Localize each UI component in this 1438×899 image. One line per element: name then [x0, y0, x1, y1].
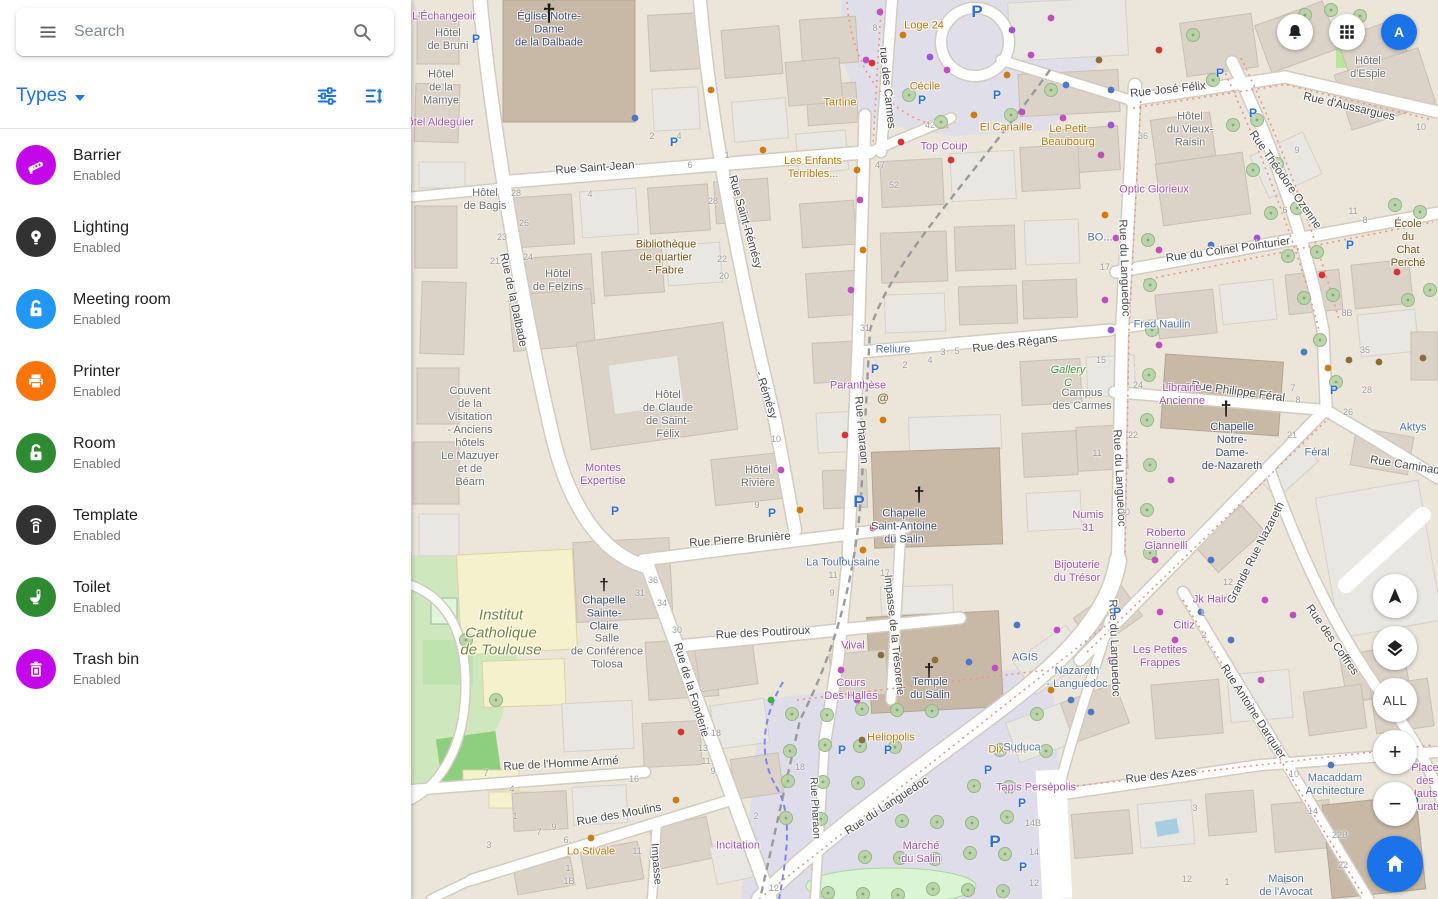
- show-all-button[interactable]: ALL: [1373, 678, 1417, 722]
- apps-grid-icon: [1338, 23, 1356, 41]
- home-icon: [1382, 851, 1408, 877]
- list-item-toilet[interactable]: Toilet Enabled: [0, 561, 411, 633]
- list-item-status: Enabled: [73, 312, 171, 327]
- list-item-template[interactable]: Template Enabled: [0, 489, 411, 561]
- list-item-barrier[interactable]: Barrier Enabled: [0, 129, 411, 201]
- list-item-label: Barrier: [73, 147, 121, 165]
- list-item-label: Room: [73, 435, 121, 453]
- printer-icon: [16, 361, 56, 401]
- avatar-letter: A: [1394, 24, 1404, 40]
- list-item-status: Enabled: [73, 168, 121, 183]
- list-item-label: Lighting: [73, 219, 129, 237]
- list-item-label: Template: [73, 507, 138, 525]
- list-item-label: Meeting room: [73, 291, 171, 309]
- plus-icon: +: [1389, 741, 1402, 763]
- menu-button[interactable]: [28, 12, 68, 52]
- types-title: Types: [16, 85, 67, 107]
- sort-button[interactable]: [355, 76, 395, 116]
- bell-icon: [1285, 22, 1305, 42]
- list-item-label: Trash bin: [73, 651, 139, 669]
- apps-button[interactable]: [1329, 14, 1365, 50]
- sidebar: Types: [0, 0, 411, 899]
- list-item-printer[interactable]: Printer Enabled: [0, 345, 411, 417]
- list-item-status: Enabled: [73, 600, 121, 615]
- search-input[interactable]: [68, 23, 342, 41]
- home-button[interactable]: [1367, 836, 1423, 892]
- notifications-button[interactable]: [1277, 14, 1313, 50]
- trash-icon: [16, 649, 56, 689]
- hamburger-icon: [38, 22, 58, 42]
- lock-open-icon: [16, 433, 56, 473]
- search-icon: [351, 21, 373, 43]
- list-item-meeting-room[interactable]: Meeting room Enabled: [0, 273, 411, 345]
- search-button[interactable]: [342, 12, 382, 52]
- minus-icon: −: [1389, 793, 1402, 815]
- search-bar: [16, 8, 394, 56]
- layers-button[interactable]: [1373, 626, 1417, 670]
- list-item-status: Enabled: [73, 456, 121, 471]
- toilet-icon: [16, 577, 56, 617]
- type-list: Barrier Enabled Lighting Enabled Meeti: [0, 129, 411, 705]
- list-item-status: Enabled: [73, 384, 121, 399]
- zoom-out-button[interactable]: −: [1373, 782, 1417, 826]
- map-canvas[interactable]: Rue Saint-JeanRue de la DalbadeRue Saint…: [411, 0, 1438, 899]
- barrier-icon: [16, 145, 56, 185]
- tune-icon: [316, 85, 338, 107]
- compass-button[interactable]: [1373, 574, 1417, 618]
- types-header: Types: [0, 72, 411, 120]
- all-label: ALL: [1383, 693, 1407, 708]
- map-base: [411, 0, 1438, 899]
- types-dropdown[interactable]: Types: [16, 85, 85, 107]
- list-item-status: Enabled: [73, 528, 138, 543]
- navigation-arrow-icon: [1384, 585, 1406, 607]
- list-item-label: Toilet: [73, 579, 121, 597]
- remote-device-icon: [16, 505, 56, 545]
- list-item-lighting[interactable]: Lighting Enabled: [0, 201, 411, 273]
- list-item-room[interactable]: Room Enabled: [0, 417, 411, 489]
- list-item-status: Enabled: [73, 240, 129, 255]
- list-item-label: Printer: [73, 363, 121, 381]
- list-item-trash-bin[interactable]: Trash bin Enabled: [0, 633, 411, 705]
- list-item-status: Enabled: [73, 672, 139, 687]
- avatar[interactable]: A: [1381, 14, 1417, 50]
- zoom-in-button[interactable]: +: [1373, 730, 1417, 774]
- layers-icon: [1384, 637, 1406, 659]
- filter-button[interactable]: [307, 76, 347, 116]
- chevron-down-icon: [75, 95, 85, 101]
- lightbulb-icon: [16, 217, 56, 257]
- lock-open-icon: [16, 289, 56, 329]
- sort-icon: [364, 85, 386, 107]
